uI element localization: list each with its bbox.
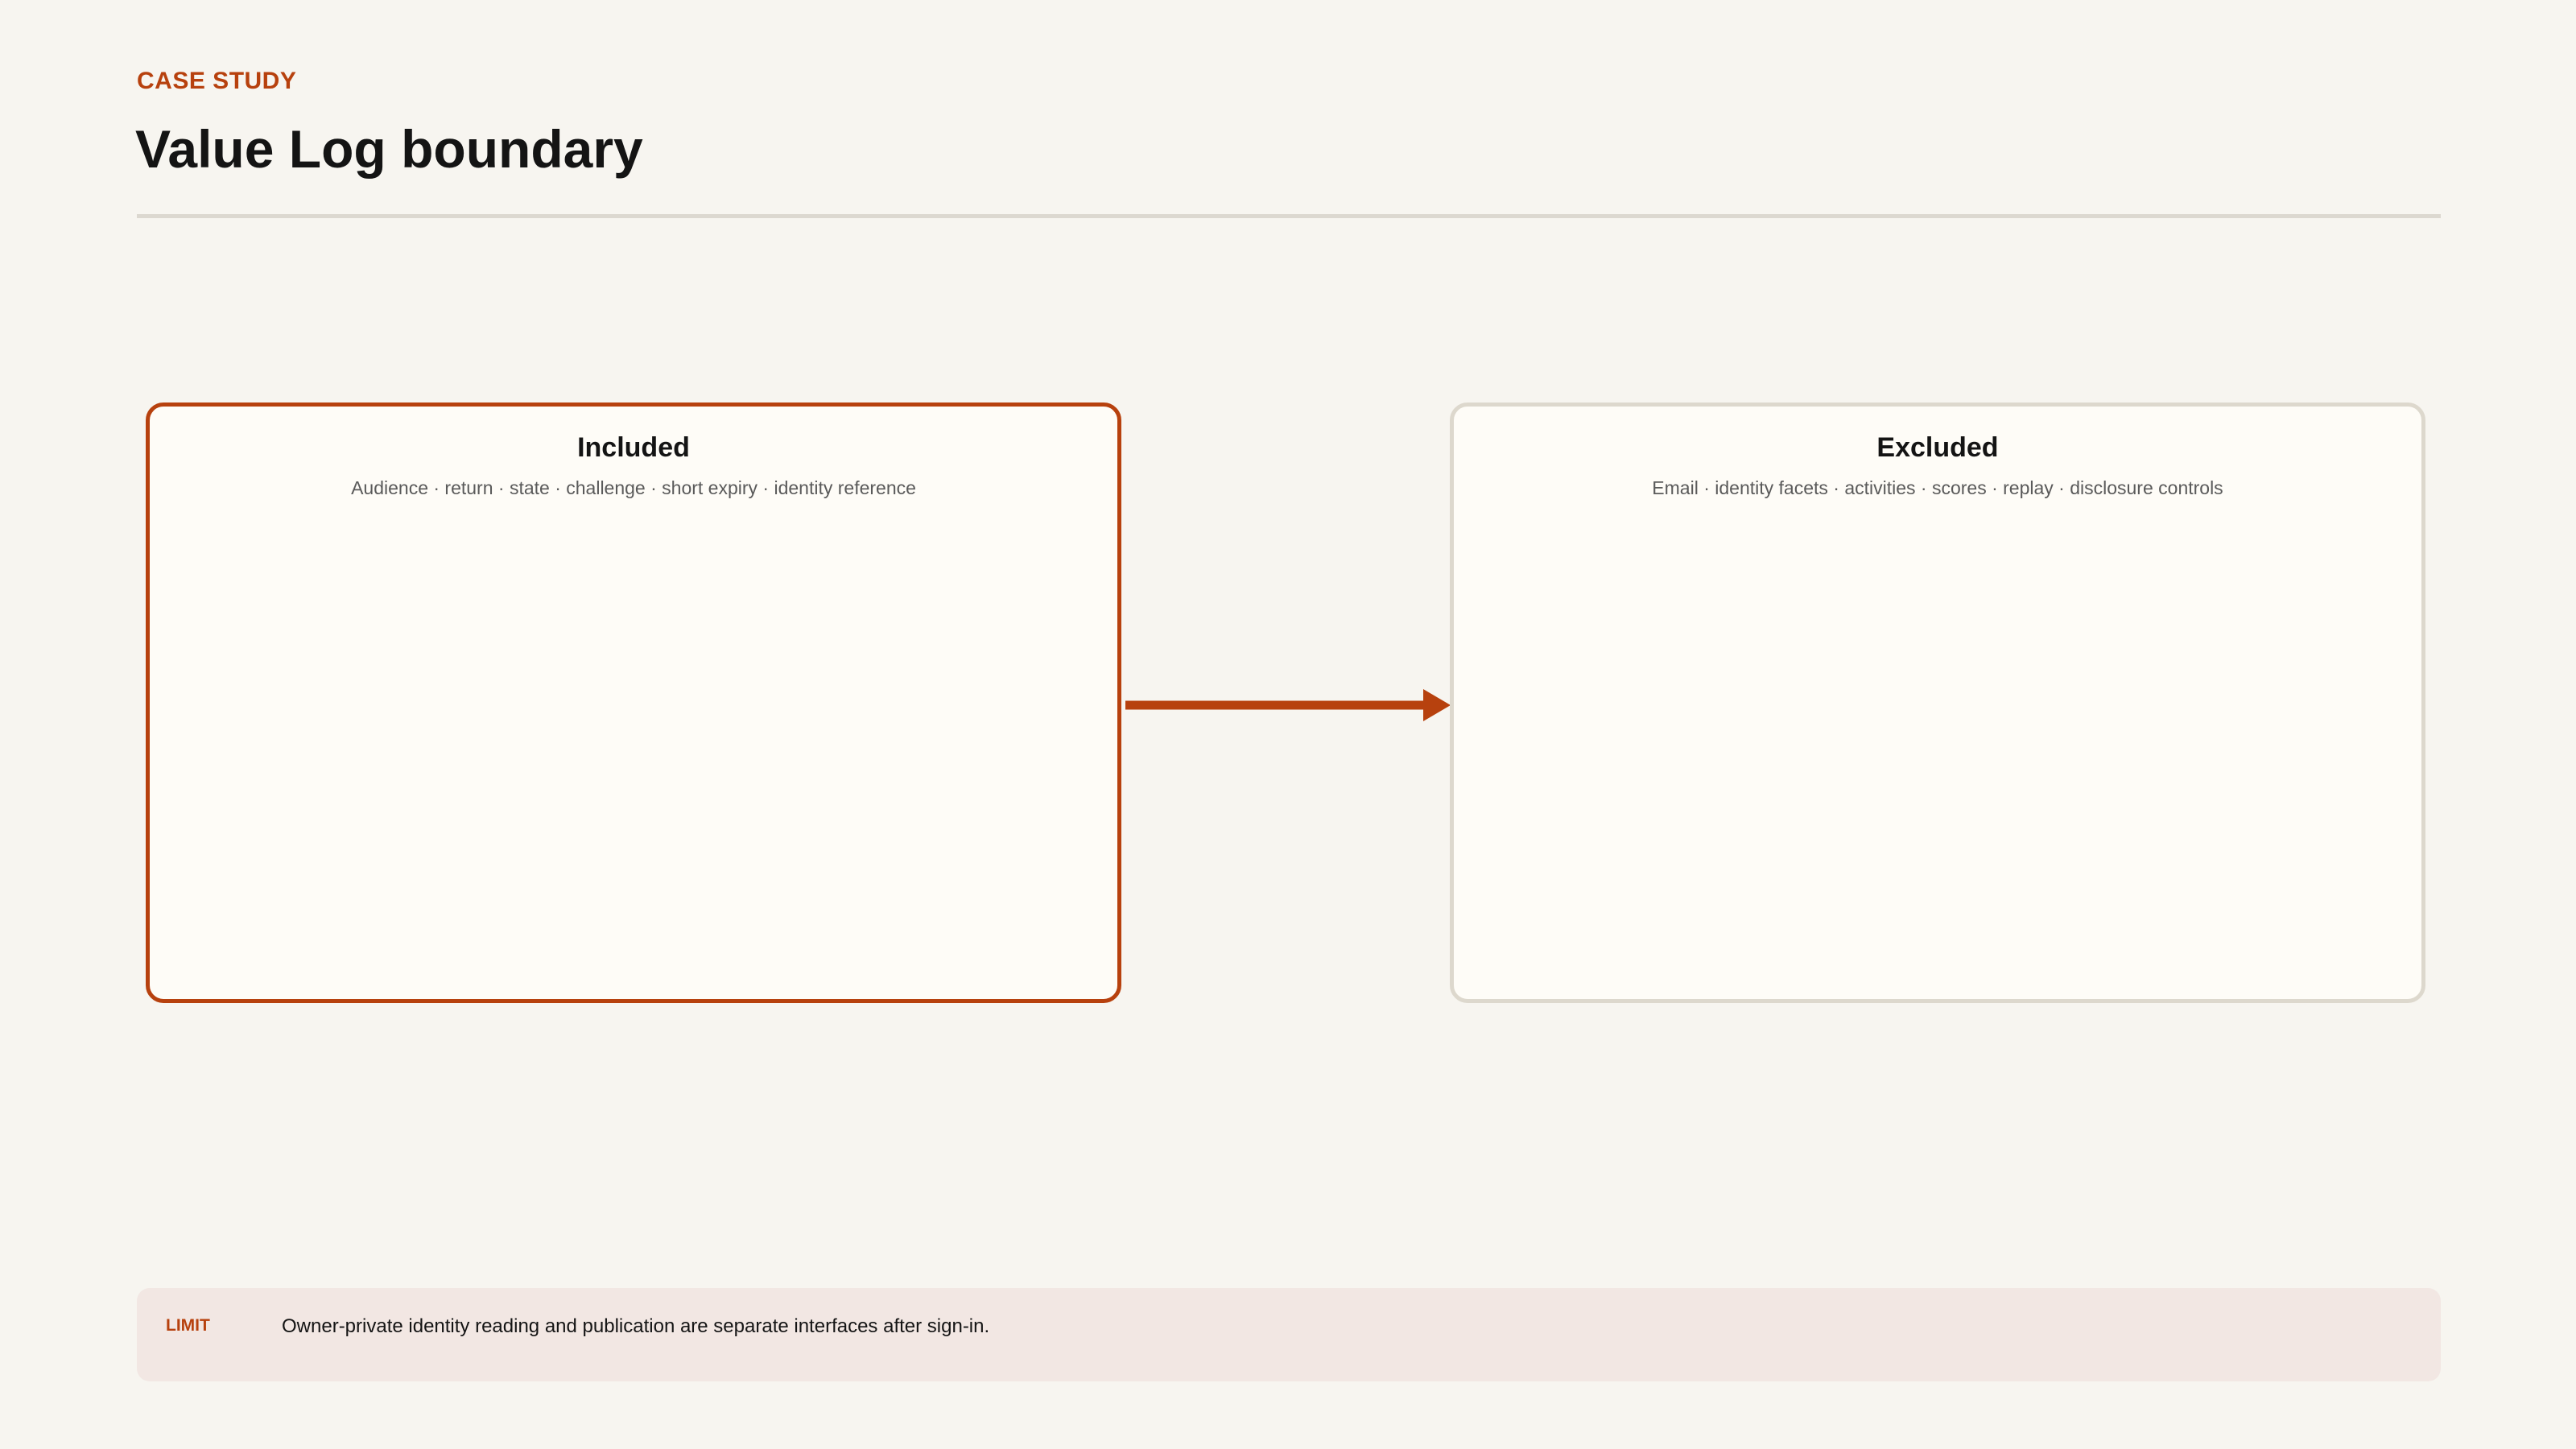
included-box-items: Audience · return · state · challenge · … xyxy=(351,477,916,498)
excluded-box-items: Email · identity facets · activities · s… xyxy=(1652,477,2223,498)
limit-callout: LIMIT Owner-private identity reading and… xyxy=(137,1288,2441,1381)
eyebrow-label: CASE STUDY xyxy=(137,68,297,94)
boundary-arrow-head xyxy=(1423,689,1451,721)
excluded-box-title: Excluded xyxy=(1876,432,1999,463)
limit-label: LIMIT xyxy=(166,1316,210,1335)
boundary-arrow xyxy=(1125,689,1451,721)
page-title: Value Log boundary xyxy=(135,119,643,179)
excluded-box: Excluded Email · identity facets · activ… xyxy=(1450,402,2425,1003)
included-box-title: Included xyxy=(577,432,690,463)
limit-text: Owner-private identity reading and publi… xyxy=(282,1315,990,1337)
header-divider xyxy=(137,214,2441,218)
included-box: Included Audience · return · state · cha… xyxy=(146,402,1121,1003)
